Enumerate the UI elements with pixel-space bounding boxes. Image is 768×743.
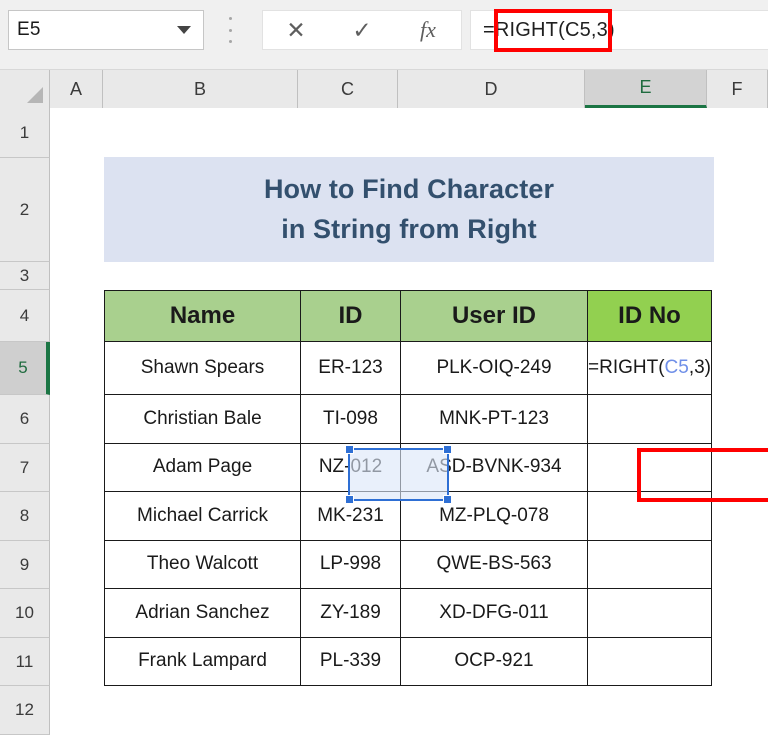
cell-user-id[interactable]: MNK-PT-123 [400, 394, 588, 444]
cell-id-no[interactable]: =RIGHT(C5,3) [586, 341, 713, 395]
row-header-3[interactable]: 3 [0, 262, 50, 290]
cell-user-id[interactable]: XD-DFG-011 [400, 588, 588, 638]
cell-name[interactable]: Shawn Spears [104, 341, 301, 395]
column-header-id[interactable]: ID [300, 290, 401, 342]
column-header-e[interactable]: E [585, 70, 707, 108]
cancel-button[interactable]: ✕ [263, 11, 329, 49]
table-row: Frank Lampard PL-339 OCP-921 [104, 636, 713, 686]
row-header-4[interactable]: 4 [0, 290, 50, 342]
select-all-button[interactable] [0, 70, 50, 108]
cell-id[interactable]: TI-098 [300, 394, 401, 444]
table-row: Adam Page NZ-012 ASD-BVNK-934 [104, 442, 713, 492]
row-header-2[interactable]: 2 [0, 158, 50, 262]
sheet-title-banner: How to Find Character in String from Rig… [104, 157, 714, 262]
row-header-7[interactable]: 7 [0, 444, 50, 492]
formula-bar-strip: E5 ✕ ✓ fx =RIGHT(C5,3) [0, 0, 768, 70]
cell-id-no[interactable] [586, 539, 713, 589]
cell-name[interactable]: Theo Walcott [104, 539, 301, 589]
cell-name[interactable]: Christian Bale [104, 394, 301, 444]
column-header-id-no[interactable]: ID No [586, 290, 713, 342]
chevron-down-icon[interactable] [177, 26, 191, 34]
row-header-12[interactable]: 12 [0, 686, 50, 735]
column-header-b[interactable]: B [103, 70, 298, 108]
cell-id[interactable]: MK-231 [300, 491, 401, 541]
row-header-9[interactable]: 9 [0, 541, 50, 589]
confirm-button[interactable]: ✓ [329, 11, 395, 49]
cell-name[interactable]: Frank Lampard [104, 636, 301, 686]
cell-id-no[interactable] [586, 588, 713, 638]
page-title-line-2: in String from Right [281, 213, 537, 244]
column-header-name[interactable]: Name [104, 290, 301, 342]
excel-worksheet-window: E5 ✕ ✓ fx =RIGHT(C5,3) ABCDEF 1 2 3 4 5 … [0, 0, 768, 743]
row-header-1[interactable]: 1 [0, 108, 50, 158]
cell-name[interactable]: Adrian Sanchez [104, 588, 301, 638]
table-row: Shawn Spears ER-123 PLK-OIQ-249 =RIGHT(C5,3… [104, 341, 713, 395]
row-header-8[interactable]: 8 [0, 492, 50, 541]
row-header-11[interactable]: 11 [0, 638, 50, 686]
row-header-10[interactable]: 10 [0, 589, 50, 638]
column-header-f[interactable]: F [707, 70, 768, 108]
data-table: Name ID User ID ID No Shawn Spears ER-123… [104, 290, 713, 686]
formula-action-buttons: ✕ ✓ fx [262, 10, 462, 50]
table-header-row: Name ID User ID ID No [104, 290, 713, 342]
column-header-a[interactable]: A [50, 70, 103, 108]
cell-id[interactable]: ER-123 [300, 341, 401, 395]
column-header-bar: ABCDEF [0, 70, 768, 108]
formula-input[interactable]: =RIGHT(C5,3) [470, 10, 768, 50]
cell-user-id[interactable]: ASD-BVNK-934 [400, 442, 588, 492]
worksheet-grid: How to Find Character in String from Rig… [51, 108, 768, 743]
column-header-c[interactable]: C [298, 70, 398, 108]
formula-cell-reference: C5 [664, 357, 689, 378]
cell-user-id[interactable]: QWE-BS-563 [400, 539, 588, 589]
cell-id[interactable]: PL-339 [300, 636, 401, 686]
name-box-value: E5 [17, 19, 41, 40]
cell-id-no[interactable] [586, 636, 713, 686]
cell-id[interactable]: LP-998 [300, 539, 401, 589]
column-header-d[interactable]: D [398, 70, 585, 108]
cell-id[interactable]: ZY-189 [300, 588, 401, 638]
column-header-user-id[interactable]: User ID [400, 290, 588, 342]
function-icon: fx [420, 17, 436, 42]
check-icon: ✓ [352, 16, 372, 43]
table-row: Adrian Sanchez ZY-189 XD-DFG-011 [104, 588, 713, 638]
cell-id[interactable]: NZ-012 [300, 442, 401, 492]
cell-id-no[interactable] [586, 491, 713, 541]
insert-function-button[interactable]: fx [395, 11, 461, 49]
table-row: Michael Carrick MK-231 MZ-PLQ-078 [104, 491, 713, 541]
formula-text: =RIGHT(C5,3) [483, 18, 615, 41]
more-options-icon[interactable] [222, 17, 238, 43]
cell-user-id[interactable]: MZ-PLQ-078 [400, 491, 588, 541]
cell-name[interactable]: Adam Page [104, 442, 301, 492]
table-row: Christian Bale TI-098 MNK-PT-123 [104, 394, 713, 444]
active-cell-formula: =RIGHT(C5,3) [588, 357, 712, 378]
cell-id-no[interactable] [586, 442, 713, 492]
row-header-5[interactable]: 5 [0, 342, 50, 395]
cell-name[interactable]: Michael Carrick [104, 491, 301, 541]
select-all-triangle-icon [27, 87, 43, 103]
cell-user-id[interactable]: PLK-OIQ-249 [400, 341, 588, 395]
close-icon: ✕ [286, 16, 306, 43]
cell-user-id[interactable]: OCP-921 [400, 636, 588, 686]
name-box[interactable]: E5 [8, 10, 204, 50]
page-title-line-1: How to Find Character [263, 174, 555, 205]
table-row: Theo Walcott LP-998 QWE-BS-563 [104, 539, 713, 589]
cell-id-no[interactable] [586, 394, 713, 444]
row-header-6[interactable]: 6 [0, 395, 50, 444]
